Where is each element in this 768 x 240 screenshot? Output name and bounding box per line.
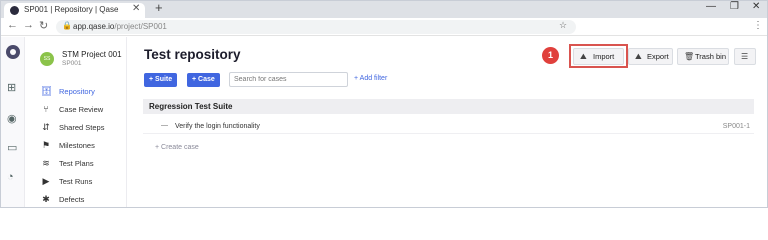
view-options-button[interactable]: ☰ — [734, 48, 756, 65]
trash-icon: 🗑 — [684, 52, 695, 61]
add-case-button[interactable]: + Case — [187, 73, 220, 87]
sidebar-item-label: Repository — [59, 87, 95, 96]
address-bar-row: ← → ↻ 🔒 app.qase.io/project/SP001 ☆ ⋮ — [1, 18, 767, 36]
qase-logo[interactable] — [6, 45, 20, 59]
case-title: Verify the login functionality — [175, 123, 260, 130]
page-title: Test repository — [144, 47, 241, 62]
search-cases-input[interactable] — [229, 72, 348, 87]
main-content: Test repository + Suite + Case + Add fil… — [128, 37, 767, 207]
url-text: app.qase.io/project/SP001 — [73, 22, 167, 31]
sidebar-item-defects[interactable]: ✱ Defects — [41, 194, 126, 206]
chart-icon[interactable]: ◔ — [7, 171, 14, 183]
app-rail: ⊞ ◉ ▭ ◔ — [1, 37, 25, 207]
step-number-badge: 1 — [542, 47, 559, 64]
branch-icon: ⑂ — [43, 104, 49, 114]
lock-icon: 🔒 — [62, 21, 72, 30]
inbox-icon[interactable]: ▭ — [7, 141, 17, 154]
trash-bin-button[interactable]: 🗑 Trash bin — [677, 48, 729, 65]
tab-close-icon[interactable]: ✕ — [132, 3, 140, 14]
case-id: SP001-1 — [722, 123, 750, 130]
sidebar-item-label: Test Plans — [59, 159, 94, 168]
sidebar-item-repository[interactable]: 🗄 Repository — [41, 86, 126, 98]
user-icon[interactable]: ◉ — [7, 112, 17, 125]
qase-favicon-icon — [10, 6, 19, 15]
new-tab-button[interactable]: + — [155, 1, 163, 15]
minimize-icon[interactable]: — — [706, 1, 716, 12]
create-case-link[interactable]: + Create case — [155, 144, 199, 151]
add-suite-button[interactable]: + Suite — [144, 73, 178, 87]
sidebar-item-label: Case Review — [59, 105, 104, 114]
table-row[interactable]: — Verify the login functionality SP001-1 — [143, 120, 754, 134]
forward-arrow-icon[interactable]: → — [23, 19, 34, 31]
suite-title: Regression Test Suite — [149, 102, 233, 111]
import-icon: ⛰ — [580, 52, 587, 61]
sidebar-item-label: Milestones — [59, 141, 95, 150]
project-code: SP001 — [62, 60, 82, 67]
sidebar-item-milestones[interactable]: ⚑ Milestones — [41, 140, 126, 152]
tab-title: SP001 | Repository | Qase — [24, 5, 119, 14]
grid-icon[interactable]: ⊞ — [7, 81, 16, 94]
bug-icon: ✱ — [42, 194, 50, 204]
export-button[interactable]: ⛰ Export — [628, 48, 673, 65]
browser-window: SP001 | Repository | Qase ✕ + — ❐ ✕ ← → … — [0, 0, 768, 208]
kebab-menu-icon[interactable]: ⋮ — [753, 20, 763, 31]
project-sidebar: SS STM Project 001 SP001 🗄 Repository ⑂ … — [26, 37, 127, 207]
sidebar-item-test-runs[interactable]: ▶ Test Runs — [41, 176, 126, 188]
import-button[interactable]: ⛰ Import — [573, 48, 624, 65]
back-arrow-icon[interactable]: ← — [7, 19, 18, 31]
project-name[interactable]: STM Project 001 — [62, 50, 122, 59]
browser-tab[interactable]: SP001 | Repository | Qase ✕ — [4, 3, 145, 18]
sidebar-item-label: Test Runs — [59, 177, 93, 186]
flag-icon: ⚑ — [41, 140, 51, 150]
sidebar-item-test-plans[interactable]: ≋ Test Plans — [41, 158, 126, 170]
sidebar-item-label: Defects — [59, 195, 85, 204]
database-icon: 🗄 — [41, 86, 53, 96]
reload-icon[interactable]: ↻ — [39, 19, 48, 32]
project-avatar: SS — [40, 52, 54, 66]
add-filter-link[interactable]: + Add filter — [354, 75, 387, 82]
restore-icon[interactable]: ❐ — [730, 1, 739, 12]
tab-strip: SP001 | Repository | Qase ✕ + — ❐ ✕ — [1, 1, 767, 18]
url-field[interactable]: 🔒 app.qase.io/project/SP001 ☆ — [56, 20, 576, 34]
window-close-icon[interactable]: ✕ — [752, 1, 760, 12]
list-icon: ☰ — [741, 52, 749, 61]
export-icon: ⛰ — [635, 52, 642, 61]
layers-icon: ≋ — [42, 158, 50, 168]
case-dash-icon: — — [161, 122, 168, 129]
sidebar-item-label: Shared Steps — [59, 123, 105, 132]
suite-header[interactable]: Regression Test Suite — [143, 99, 754, 114]
share-icon: ⇵ — [42, 122, 50, 132]
star-icon[interactable]: ☆ — [559, 20, 567, 31]
sidebar-item-shared-steps[interactable]: ⇵ Shared Steps — [41, 122, 126, 134]
sidebar-item-case-review[interactable]: ⑂ Case Review — [41, 104, 126, 116]
play-icon: ▶ — [42, 176, 50, 186]
